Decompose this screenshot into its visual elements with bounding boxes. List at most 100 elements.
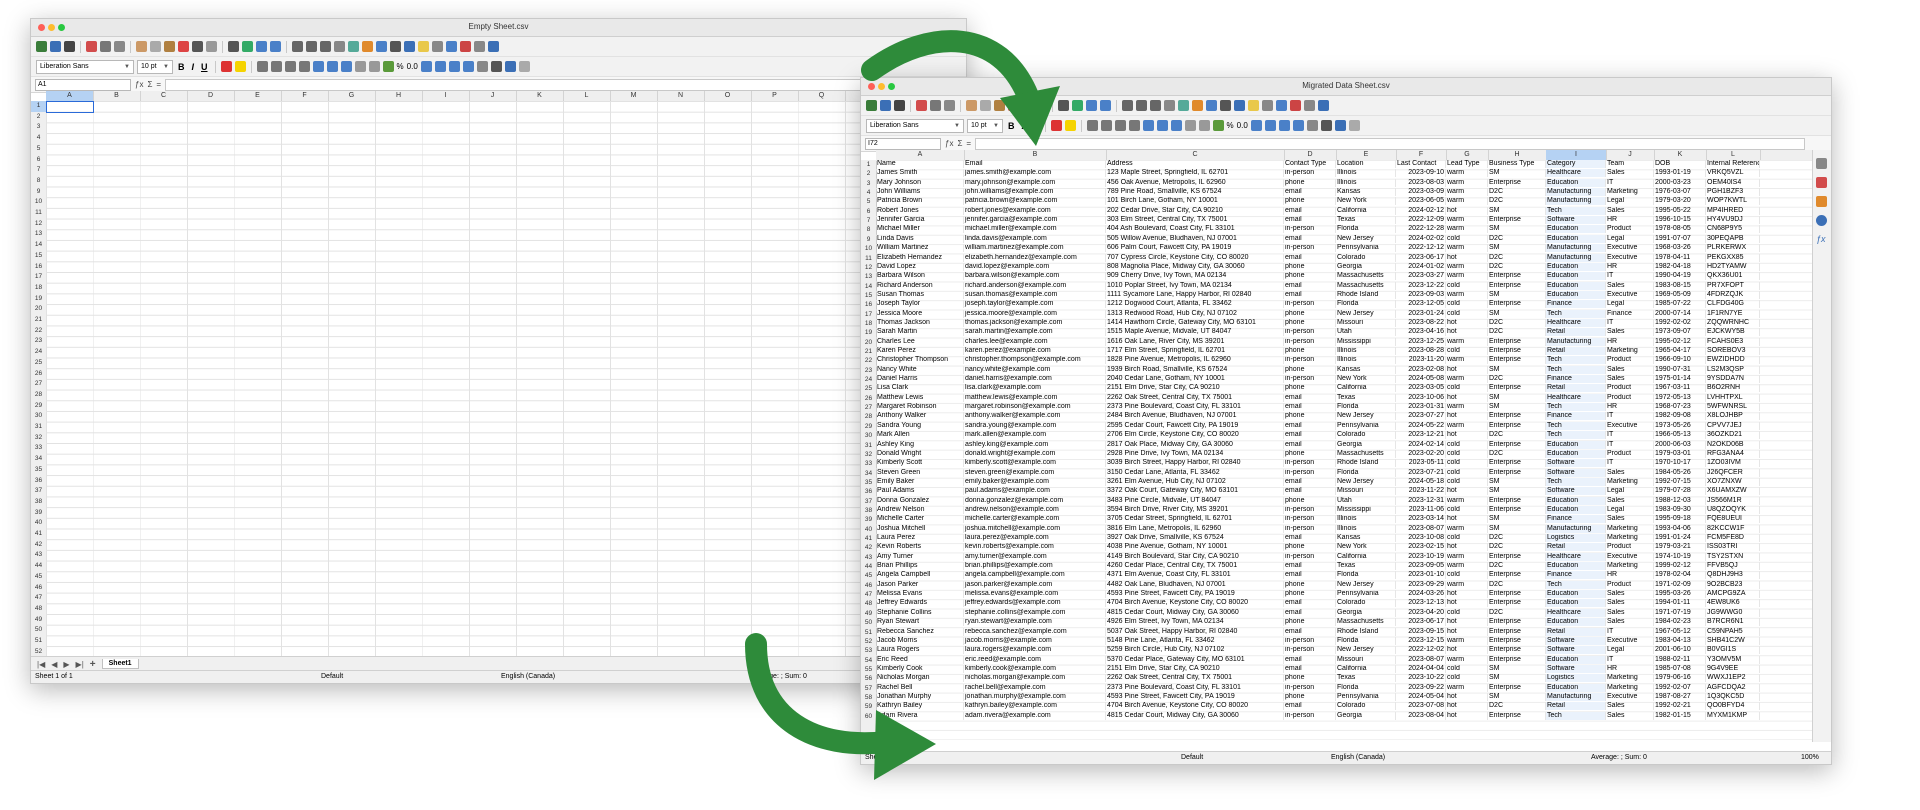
table-cell[interactable]: jason.parker@example.com: [964, 580, 1106, 589]
table-cell[interactable]: Kansas: [1336, 188, 1396, 197]
table-cell[interactable]: D2C: [1488, 234, 1546, 243]
table-cell[interactable]: 2023-09-05: [1396, 562, 1446, 571]
table-cell[interactable]: 1939 Birch Road, Smallville, KS 67524: [1106, 365, 1284, 374]
row-header[interactable]: 12: [31, 219, 46, 230]
table-cell[interactable]: 123 Maple Street, Springfield, IL 62701: [1106, 169, 1284, 178]
row-header[interactable]: 2: [861, 169, 876, 178]
column-header[interactable]: J: [1606, 150, 1655, 160]
table-cell[interactable]: IT: [1606, 440, 1654, 449]
table-cell[interactable]: in-person: [1284, 328, 1336, 337]
table-cell[interactable]: andrew.nelson@example.com: [964, 505, 1106, 514]
table-cell[interactable]: IT: [1606, 318, 1654, 327]
table-cell[interactable]: amy.turner@example.com: [964, 552, 1106, 561]
table-cell[interactable]: Logistics: [1546, 534, 1606, 542]
print-icon[interactable]: [100, 41, 111, 52]
table-cell[interactable]: Mark Allen: [876, 431, 964, 440]
table-cell[interactable]: Missouri: [1336, 655, 1396, 664]
table-cell[interactable]: 2023-09-10: [1396, 169, 1446, 178]
freeze-rows-columns-icon[interactable]: [460, 41, 471, 52]
table-cell[interactable]: Enterprise: [1488, 505, 1546, 514]
table-cell[interactable]: Texas: [1336, 674, 1396, 683]
row-header[interactable]: 24: [31, 347, 46, 358]
row-header[interactable]: 16: [861, 300, 876, 309]
table-cell[interactable]: in-person: [1284, 683, 1336, 692]
table-cell[interactable]: eric.reed@example.com: [964, 655, 1106, 664]
highlight-color-icon[interactable]: [234, 61, 246, 72]
table-cell[interactable]: 9YSDDA7N: [1706, 375, 1760, 384]
table-cell[interactable]: Elizabeth Hernandez: [876, 253, 964, 262]
table-cell[interactable]: 1979-06-16: [1654, 674, 1706, 683]
table-cell[interactable]: Linda Davis: [876, 234, 964, 243]
table-cell[interactable]: Massachusetts: [1336, 618, 1396, 627]
table-cell[interactable]: 2000-07-14: [1654, 309, 1706, 318]
row-header[interactable]: 6: [31, 155, 46, 166]
add-decimal-icon[interactable]: [420, 61, 432, 72]
table-cell[interactable]: sandra.young@example.com: [964, 421, 1106, 430]
table-cell[interactable]: SM: [1488, 477, 1546, 486]
table-cell[interactable]: 1973-05-26: [1654, 421, 1706, 430]
define-print-area-icon[interactable]: [1276, 100, 1287, 111]
table-cell[interactable]: HR: [1606, 664, 1654, 673]
table-cell[interactable]: in-person: [1284, 300, 1336, 309]
table-cell[interactable]: 2023-06-05: [1396, 197, 1446, 206]
table-cell[interactable]: 1984-05-26: [1654, 468, 1706, 477]
table-cell[interactable]: Florida: [1336, 300, 1396, 309]
table-cell[interactable]: 2023-05-11: [1396, 459, 1446, 468]
table-cell[interactable]: phone: [1284, 318, 1336, 327]
table-cell[interactable]: New Jersey: [1336, 309, 1396, 318]
table-cell[interactable]: Ryan Stewart: [876, 618, 964, 627]
table-cell[interactable]: 3261 Elm Avenue, Hub City, NJ 07102: [1106, 477, 1284, 486]
table-cell[interactable]: Y3OMV5M: [1706, 655, 1760, 664]
table-cell[interactable]: Sales: [1606, 599, 1654, 608]
table-cell[interactable]: Enterprise: [1488, 468, 1546, 477]
table-cell[interactable]: in-person: [1284, 244, 1336, 253]
table-cell[interactable]: warm: [1446, 552, 1488, 561]
table-cell[interactable]: email: [1284, 534, 1336, 542]
table-cell[interactable]: 2928 Pine Drive, Ivy Town, MA 02134: [1106, 449, 1284, 458]
table-cell[interactable]: 1973-09-07: [1654, 328, 1706, 337]
table-cell[interactable]: Sales: [1606, 702, 1654, 711]
table-cell[interactable]: 2024-05-08: [1396, 375, 1446, 384]
row-header[interactable]: 38: [861, 506, 876, 515]
table-cell[interactable]: 1971-07-19: [1654, 608, 1706, 617]
table-cell[interactable]: 1991-01-24: [1654, 534, 1706, 542]
row-header[interactable]: 43: [31, 550, 46, 561]
table-cell[interactable]: warm: [1446, 290, 1488, 299]
table-cell[interactable]: hot: [1446, 365, 1488, 374]
column-title-cell[interactable]: DOB: [1654, 160, 1706, 168]
table-cell[interactable]: SM: [1488, 365, 1546, 374]
table-cell[interactable]: 2022-12-02: [1396, 646, 1446, 655]
table-cell[interactable]: Jason Parker: [876, 580, 964, 589]
table-cell[interactable]: in-person: [1284, 225, 1336, 234]
table-cell[interactable]: 2023-09-29: [1396, 580, 1446, 589]
table-cell[interactable]: 1992-02-21: [1654, 702, 1706, 711]
table-cell[interactable]: warm: [1446, 636, 1488, 645]
table-cell[interactable]: IT: [1606, 178, 1654, 187]
column-title-cell[interactable]: Lead Type: [1446, 160, 1488, 168]
table-cell[interactable]: 505 Willow Avenue, Bludhaven, NJ 07001: [1106, 234, 1284, 243]
table-cell[interactable]: Software: [1546, 636, 1606, 645]
table-cell[interactable]: Nancy White: [876, 365, 964, 374]
row-header[interactable]: 17: [31, 272, 46, 283]
table-cell[interactable]: B6O2RNH: [1706, 384, 1760, 393]
justify-icon[interactable]: [1128, 120, 1140, 131]
column-title-cell[interactable]: Last Contact: [1396, 160, 1446, 168]
table-cell[interactable]: 1975-01-14: [1654, 375, 1706, 384]
table-cell[interactable]: ryan.stewart@example.com: [964, 618, 1106, 627]
table-cell[interactable]: 3816 Elm Lane, Metropolis, IL 62960: [1106, 524, 1284, 533]
table-cell[interactable]: California: [1336, 384, 1396, 393]
align-bottom-icon[interactable]: [340, 61, 352, 72]
column-header[interactable]: K: [1654, 150, 1707, 160]
table-cell[interactable]: brian.phillips@example.com: [964, 562, 1106, 571]
table-cell[interactable]: 3594 Birch Drive, River City, MS 39201: [1106, 505, 1284, 514]
table-cell[interactable]: 1995-09-18: [1654, 515, 1706, 524]
sum-icon[interactable]: Σ: [147, 80, 152, 89]
column-header[interactable]: F: [1396, 150, 1447, 160]
table-cell[interactable]: Sales: [1606, 515, 1654, 524]
table-cell[interactable]: SM: [1488, 487, 1546, 496]
table-cell[interactable]: joshua.mitchell@example.com: [964, 524, 1106, 533]
table-cell[interactable]: 4926 Elm Street, Ivy Town, MA 02134: [1106, 618, 1284, 627]
table-cell[interactable]: 3150 Cedar Lane, Atlanta, FL 33462: [1106, 468, 1284, 477]
table-cell[interactable]: hot: [1446, 692, 1488, 701]
table-cell[interactable]: Executive: [1606, 692, 1654, 701]
